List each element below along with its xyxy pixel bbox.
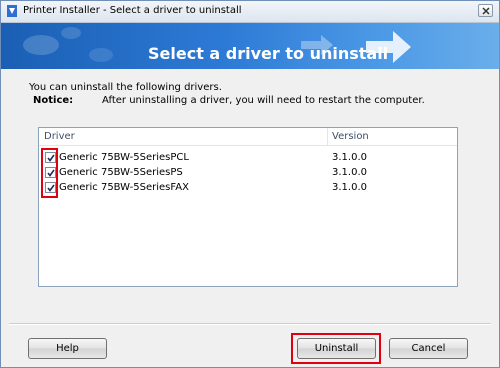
- list-item[interactable]: Generic 75BW-5SeriesPCL 3.1.0.0: [39, 151, 457, 166]
- help-button[interactable]: Help: [28, 338, 107, 359]
- window-title: Printer Installer - Select a driver to u…: [23, 5, 242, 16]
- driver-version: 3.1.0.0: [332, 167, 367, 178]
- column-header-driver[interactable]: Driver: [44, 131, 75, 142]
- notice-text: After uninstalling a driver, you will ne…: [102, 95, 425, 106]
- info-text: You can uninstall the following drivers.: [29, 82, 222, 93]
- driver-name: Generic 75BW-5SeriesPS: [59, 167, 183, 178]
- list-item[interactable]: Generic 75BW-5SeriesPS 3.1.0.0: [39, 166, 457, 181]
- close-icon: [482, 7, 490, 15]
- notice-label: Notice:: [33, 95, 74, 106]
- title-bar: Printer Installer - Select a driver to u…: [1, 1, 499, 23]
- driver-list: Driver Version Generic 75BW-5SeriesPCL 3…: [38, 127, 458, 287]
- driver-name: Generic 75BW-5SeriesPCL: [59, 152, 189, 163]
- button-separator: [9, 323, 491, 325]
- driver-name: Generic 75BW-5SeriesFAX: [59, 182, 189, 193]
- installer-window: Printer Installer - Select a driver to u…: [0, 0, 500, 368]
- uninstall-highlight: [291, 333, 381, 364]
- column-divider: [327, 128, 328, 145]
- list-header: Driver Version: [39, 128, 457, 146]
- cancel-button[interactable]: Cancel: [389, 338, 468, 359]
- printer-installer-icon: [5, 4, 19, 18]
- driver-version: 3.1.0.0: [332, 182, 367, 193]
- banner-title: Select a driver to uninstall: [148, 44, 389, 63]
- close-button[interactable]: [478, 4, 493, 17]
- list-item[interactable]: Generic 75BW-5SeriesFAX 3.1.0.0: [39, 181, 457, 196]
- header-banner: Select a driver to uninstall: [1, 23, 499, 69]
- checkbox-highlight: [41, 148, 58, 198]
- column-header-version[interactable]: Version: [332, 131, 369, 142]
- driver-version: 3.1.0.0: [332, 152, 367, 163]
